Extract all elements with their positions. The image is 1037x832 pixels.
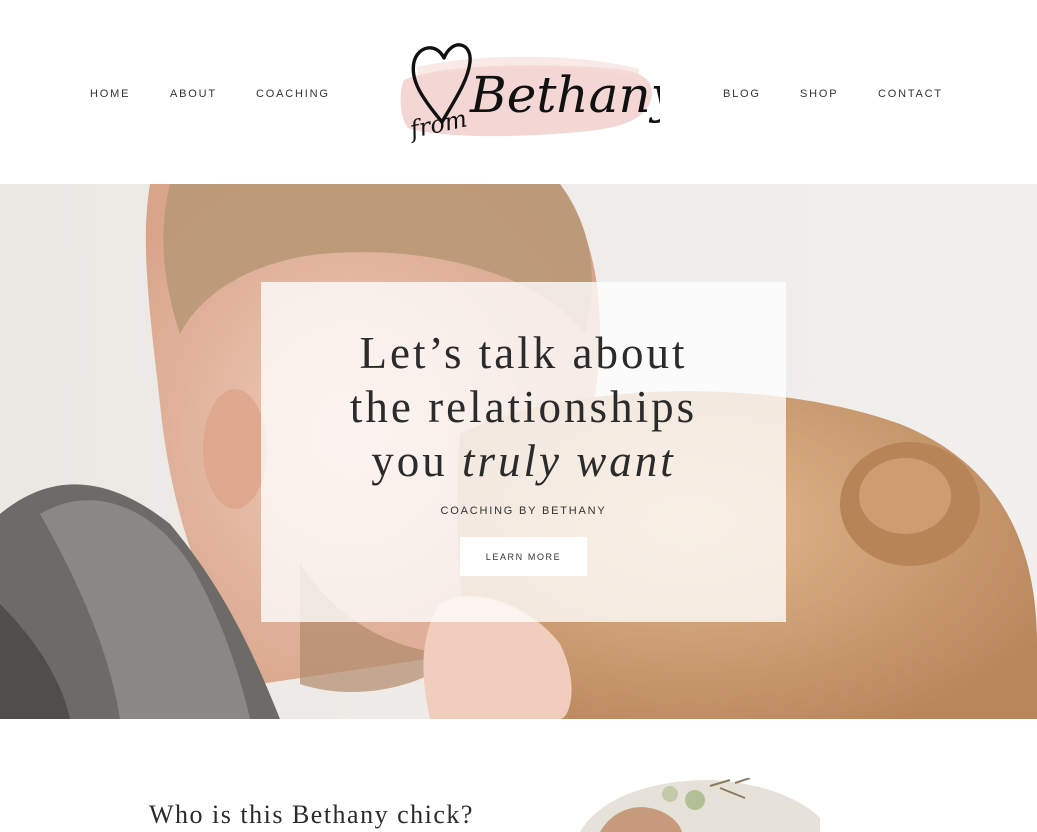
about-photo bbox=[560, 778, 820, 832]
nav-home[interactable]: HOME bbox=[90, 88, 130, 100]
hero-card: Let’s talk about the relationships you t… bbox=[261, 282, 786, 622]
hero-subtitle: COACHING BY BETHANY bbox=[440, 505, 607, 517]
learn-more-button[interactable]: LEARN MORE bbox=[460, 537, 587, 576]
site-logo[interactable]: Bethany from bbox=[398, 28, 680, 150]
about-heading: Who is this Bethany chick? bbox=[149, 800, 474, 829]
nav-contact[interactable]: CONTACT bbox=[878, 88, 943, 100]
hero-title-line-2: the relationships bbox=[349, 382, 698, 432]
logo-name: Bethany bbox=[469, 66, 660, 124]
hero-title-italic: truly want bbox=[461, 436, 676, 486]
hero-title-plain: you bbox=[371, 436, 462, 486]
logo-graphic: Bethany from bbox=[400, 43, 680, 144]
hero-title: Let’s talk about the relationships you t… bbox=[261, 326, 786, 488]
site-header: HOME ABOUT COACHING Bethany from BLOG SH… bbox=[0, 0, 1037, 184]
hero-section: Let’s talk about the relationships you t… bbox=[0, 184, 1037, 719]
about-photo-graphic bbox=[580, 778, 820, 832]
nav-coaching[interactable]: COACHING bbox=[256, 88, 330, 100]
hero-title-line-1: Let’s talk about bbox=[359, 328, 688, 378]
nav-blog[interactable]: BLOG bbox=[723, 88, 761, 100]
nav-about[interactable]: ABOUT bbox=[170, 88, 217, 100]
hero-title-line-3: you truly want bbox=[261, 434, 786, 488]
nav-shop[interactable]: SHOP bbox=[800, 88, 838, 100]
